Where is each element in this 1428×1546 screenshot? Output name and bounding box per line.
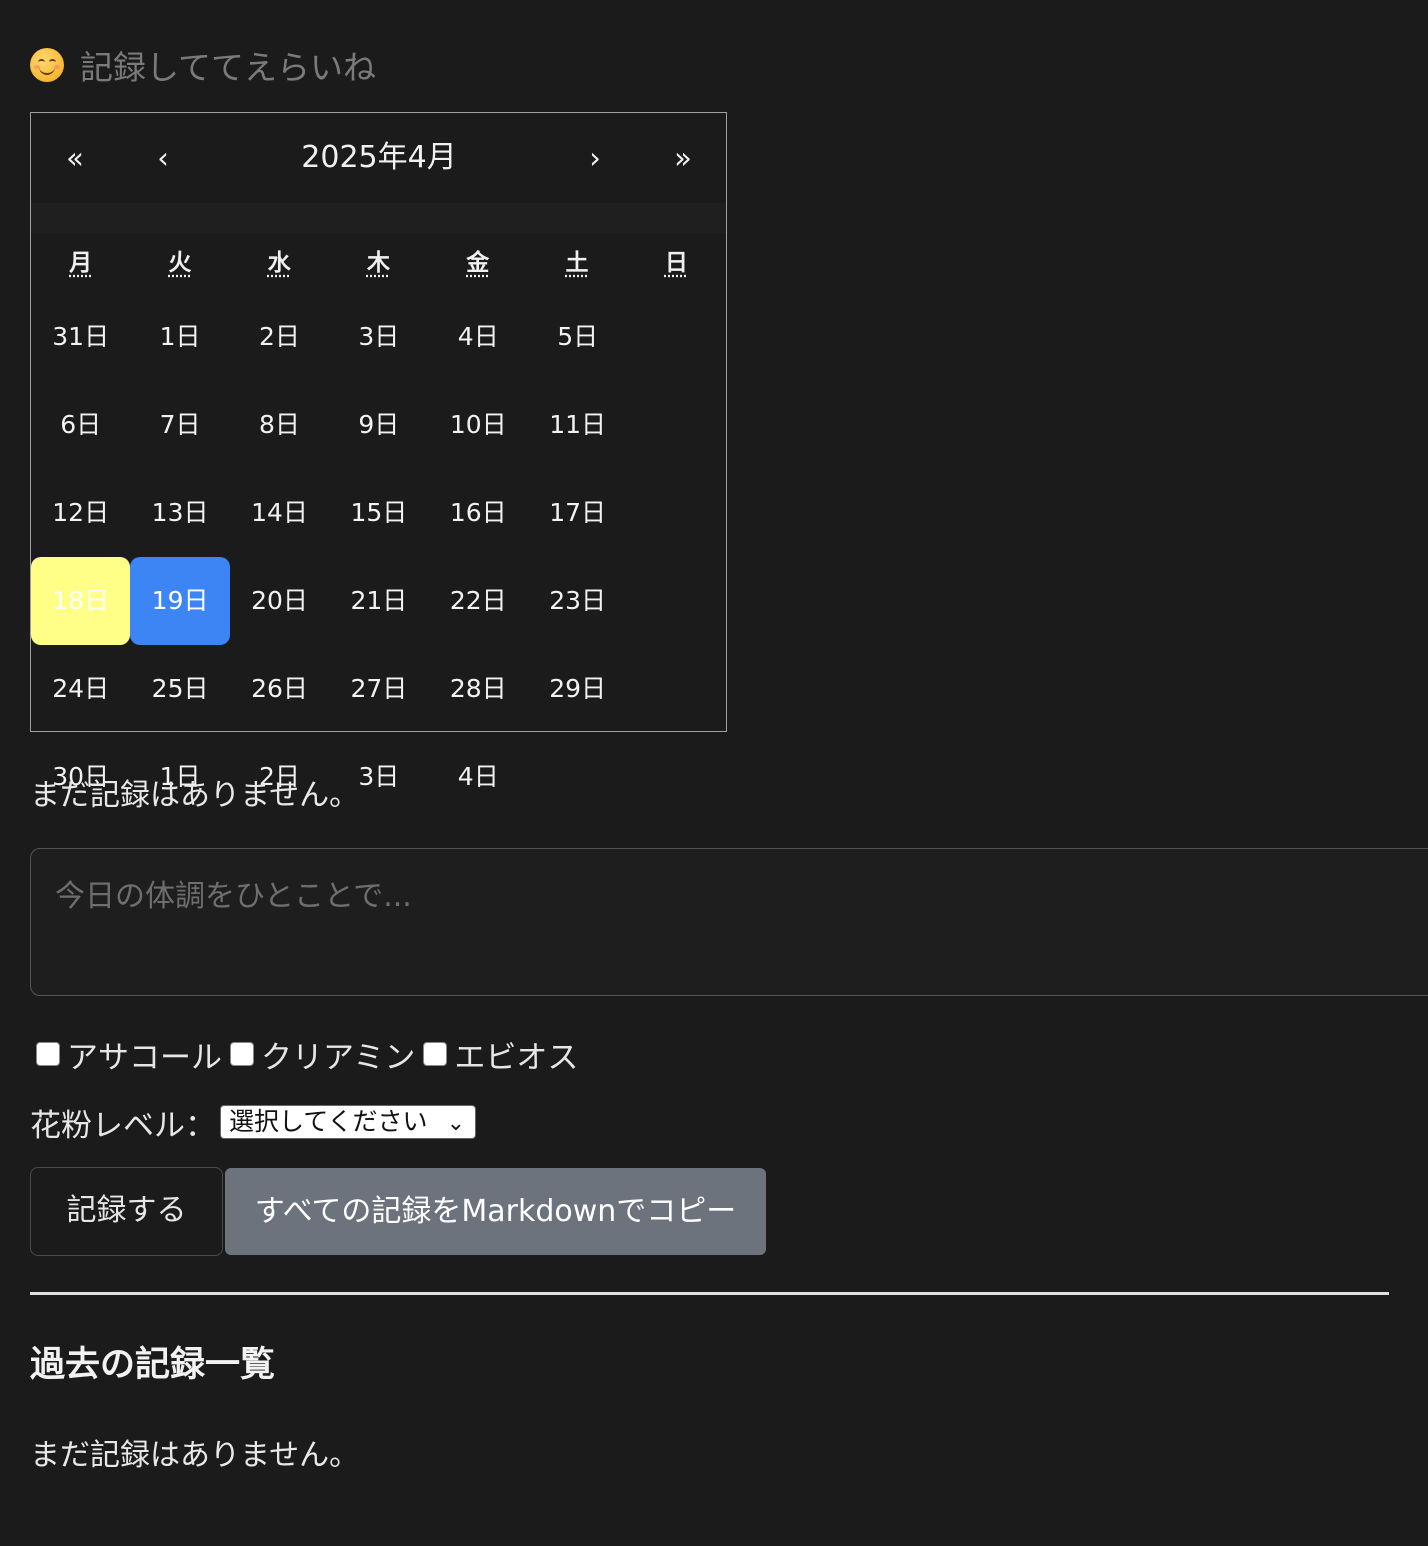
weekday-header: 月 火 水 木 金 土 日 (31, 233, 726, 293)
next-month-button[interactable]: › (551, 113, 639, 203)
calendar-day[interactable]: 16日 (429, 469, 528, 557)
calendar-day[interactable]: 29日 (528, 645, 627, 733)
weekday-tue: 火 (168, 250, 192, 276)
pollen-level-selected: 選択してください (229, 1107, 428, 1136)
calendar-day[interactable]: 2日 (230, 293, 329, 381)
history-empty-message: まだ記録はありません。 (30, 1438, 360, 1473)
next-year-button[interactable]: » (639, 113, 727, 203)
calendar-day[interactable]: 26日 (230, 645, 329, 733)
header: 記録しててえらいね (30, 40, 376, 90)
medication-asacol[interactable]: アサコール (36, 1032, 222, 1077)
medication-ebios[interactable]: エビオス (423, 1032, 578, 1077)
page: 記録しててえらいね « ‹ 2025年4月 › » 月 火 水 木 金 土 日 … (0, 0, 1428, 1546)
prev-year-button[interactable]: « (31, 113, 119, 203)
medication-label: アサコール (67, 1039, 222, 1076)
calendar-days-grid: 31日 1日 2日 3日 4日 5日 6日 7日 8日 9日 10日 11日 12日 13日 14日 15日 1… (31, 293, 726, 821)
weekday-sat: 土 (565, 250, 589, 276)
calendar-day[interactable]: 1日 (130, 293, 229, 381)
weekday-mon: 月 (69, 250, 93, 276)
calendar-day[interactable]: 8日 (230, 381, 329, 469)
calendar-day[interactable]: 24日 (31, 645, 130, 733)
calendar-day[interactable]: 14日 (230, 469, 329, 557)
medication-label: エビオス (454, 1039, 579, 1076)
calendar-day-today[interactable]: 18日 (31, 557, 131, 645)
calendar-day[interactable]: 13日 (130, 469, 229, 557)
memo-textarea[interactable]: 今日の体調をひとことで... (30, 848, 1428, 996)
calendar-day[interactable]: 9日 (329, 381, 428, 469)
calendar-day[interactable]: 31日 (31, 293, 130, 381)
medication-clearmin[interactable]: クリアミン (230, 1032, 415, 1077)
calendar-day[interactable]: 17日 (528, 469, 627, 557)
checkbox-ebios[interactable] (423, 1042, 448, 1066)
month-label-button[interactable]: 2025年4月 (207, 113, 551, 203)
calendar-day[interactable]: 25日 (130, 645, 229, 733)
history-title: 過去の記録一覧 (30, 1345, 276, 1385)
calendar-day[interactable]: 5日 (528, 293, 627, 381)
copy-markdown-button[interactable]: すべての記録をMarkdownでコピー (225, 1168, 766, 1255)
no-records-message: まだ記録はありません。 (30, 778, 360, 813)
weekday-fri: 金 (466, 250, 490, 276)
calendar-day[interactable]: 4日 (429, 293, 528, 381)
prev-month-button[interactable]: ‹ (119, 113, 207, 203)
record-button[interactable]: 記録する (30, 1167, 223, 1256)
calendar-day[interactable]: 4日 (429, 733, 528, 821)
calendar-day[interactable]: 21日 (329, 557, 428, 645)
header-title: 記録しててえらいね (80, 48, 377, 87)
pollen-level-row: 花粉レベル： 選択してください ⌄ (30, 1100, 476, 1144)
medication-label: クリアミン (261, 1039, 416, 1076)
calendar-day-selected[interactable]: 19日 (130, 557, 230, 645)
checkbox-clearmin[interactable] (230, 1042, 254, 1066)
calendar-day[interactable]: 15日 (329, 469, 428, 557)
calendar-day[interactable]: 28日 (429, 645, 528, 733)
calendar-day[interactable]: 20日 (230, 557, 329, 645)
chevron-down-icon: ⌄ (446, 1111, 465, 1136)
calendar-day[interactable]: 12日 (31, 469, 130, 557)
calendar-day[interactable]: 11日 (528, 381, 627, 469)
weekday-wed: 水 (267, 250, 291, 276)
pollen-level-select[interactable]: 選択してください ⌄ (220, 1105, 476, 1139)
divider (30, 1292, 1389, 1295)
calendar-day[interactable]: 22日 (429, 557, 528, 645)
checkbox-asacol[interactable] (36, 1042, 60, 1066)
calendar-day[interactable]: 27日 (329, 645, 428, 733)
calendar-day[interactable]: 7日 (130, 381, 229, 469)
pollen-level-label: 花粉レベル： (30, 1107, 216, 1144)
calendar-day[interactable]: 10日 (429, 381, 528, 469)
calendar-day[interactable]: 6日 (31, 381, 130, 469)
calendar-navigation: « ‹ 2025年4月 › » (31, 113, 726, 203)
smiley-face-icon (30, 48, 64, 82)
calendar-day[interactable]: 3日 (329, 293, 428, 381)
calendar-day[interactable]: 23日 (528, 557, 627, 645)
medication-checkboxes: アサコール クリアミン エビオス (36, 1032, 586, 1076)
calendar-divider-band (31, 203, 726, 233)
calendar: « ‹ 2025年4月 › » 月 火 水 木 金 土 日 31日 1日 2日 3日 4… (30, 112, 727, 791)
weekday-sun: 日 (664, 250, 688, 276)
weekday-thu: 木 (366, 250, 390, 276)
